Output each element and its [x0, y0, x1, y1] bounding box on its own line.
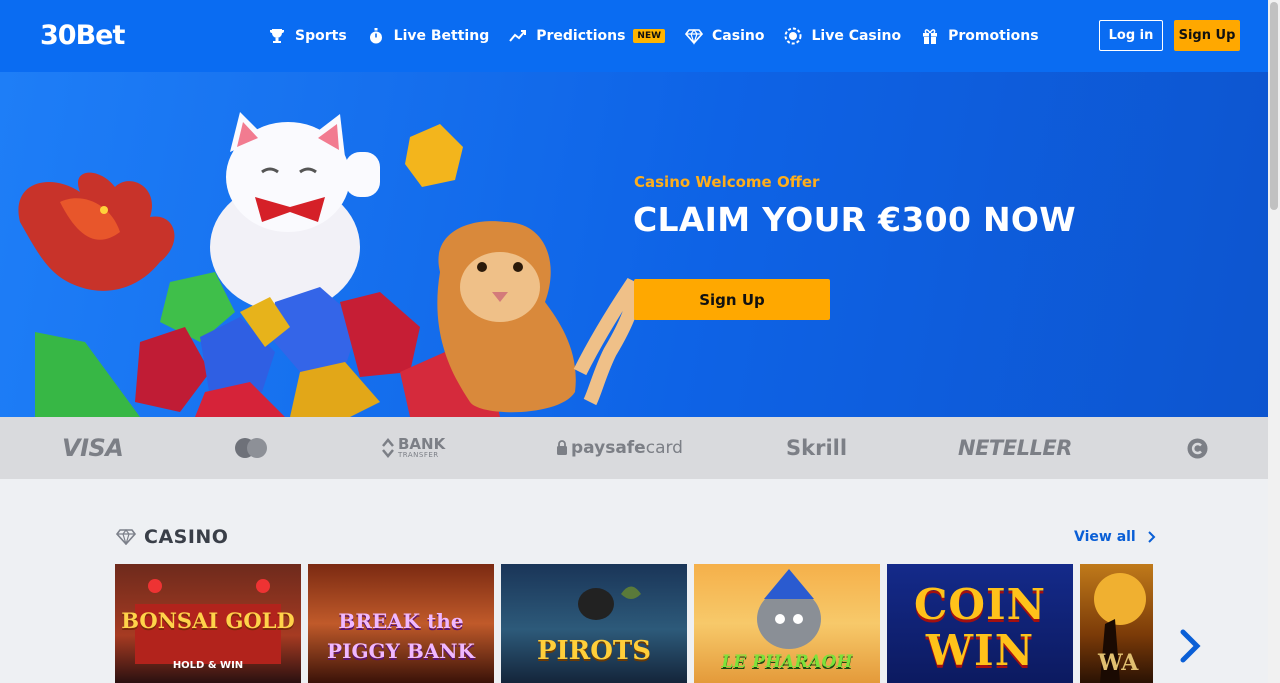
gift-icon	[923, 29, 938, 44]
nav-live-casino[interactable]: Live Casino	[784, 24, 901, 48]
payment-c-logo	[1187, 417, 1208, 479]
nav-promotions[interactable]: Promotions	[921, 24, 1039, 48]
game-card-coin-win[interactable]: COIN WIN	[887, 564, 1073, 683]
phoenix-image	[18, 172, 175, 291]
banner-illustration	[18, 112, 640, 417]
site-header: 30Bet Sports Live Betting Predictions NE…	[0, 0, 1268, 72]
visa-logo: VISA	[62, 434, 124, 462]
login-button[interactable]: Log in	[1099, 20, 1163, 51]
payment-methods-bar: VISA BANK TRANSFER paysafe card Skrill N…	[0, 417, 1268, 479]
nav-label: Promotions	[948, 28, 1039, 44]
section-heading: CASINO	[144, 526, 229, 548]
lock-icon	[557, 440, 567, 455]
banner-signup-button[interactable]: Sign Up	[634, 279, 830, 320]
lucky-cat-image	[210, 112, 380, 312]
diamond-icon	[685, 29, 704, 45]
hero-banner[interactable]: Casino Welcome Offer CLAIM YOUR €300 NOW…	[0, 72, 1268, 417]
trophy-icon	[270, 29, 284, 43]
nav-live-betting[interactable]: Live Betting	[367, 24, 490, 48]
casino-games-carousel: BONSAI GOLD HOLD & WIN BREAK the PIGGY B…	[115, 564, 1153, 683]
tiger-image	[437, 221, 640, 413]
nav-sports[interactable]: Sports	[268, 24, 347, 48]
stopwatch-icon	[369, 28, 382, 44]
game-card-le-pharaoh[interactable]: LE PHARAOH	[694, 564, 880, 683]
main-nav: Sports Live Betting Predictions NEW Casi…	[268, 24, 1059, 48]
nav-casino[interactable]: Casino	[685, 24, 764, 48]
nav-label: Predictions	[536, 28, 626, 44]
carousel-next-arrow[interactable]	[1176, 628, 1204, 664]
game-card-break-the-piggy-bank[interactable]: BREAK the PIGGY BANK	[308, 564, 494, 683]
nav-label: Live Casino	[811, 28, 902, 44]
casino-section-title: CASINO	[116, 526, 228, 548]
scrollbar-thumb[interactable]	[1270, 2, 1278, 210]
chip-icon	[784, 27, 802, 45]
nav-label: Sports	[295, 28, 347, 44]
bank-sub-label: TRANSFER	[398, 451, 439, 459]
game-card-partial[interactable]: WA	[1080, 564, 1153, 683]
paysafecard-logo: paysafe card	[556, 417, 683, 479]
bank-transfer-logo: BANK TRANSFER	[380, 417, 445, 479]
bank-label: BANK	[398, 435, 446, 453]
offer-title: CLAIM YOUR €300 NOW	[633, 200, 1076, 239]
neteller-logo: NETELLER	[958, 436, 1072, 460]
nav-label: Live Betting	[393, 28, 490, 44]
offer-subtitle: Casino Welcome Offer	[634, 173, 820, 191]
nav-label: Casino	[712, 28, 765, 44]
diamond-icon	[116, 529, 136, 545]
page-scrollbar[interactable]	[1268, 0, 1280, 683]
skrill-logo: Skrill	[786, 436, 848, 460]
game-card-bonsai-gold[interactable]: BONSAI GOLD HOLD & WIN	[115, 564, 301, 683]
chevron-right-icon	[1148, 531, 1156, 543]
trend-up-icon	[509, 30, 527, 42]
new-badge: NEW	[633, 29, 666, 43]
mastercard-logo	[234, 417, 268, 479]
view-all-link[interactable]: View all	[1074, 529, 1158, 545]
signup-button[interactable]: Sign Up	[1174, 20, 1240, 51]
logo[interactable]: 30Bet	[40, 20, 125, 51]
nav-predictions[interactable]: Predictions NEW	[509, 24, 666, 48]
game-card-pirots[interactable]: PIROTS	[501, 564, 687, 683]
